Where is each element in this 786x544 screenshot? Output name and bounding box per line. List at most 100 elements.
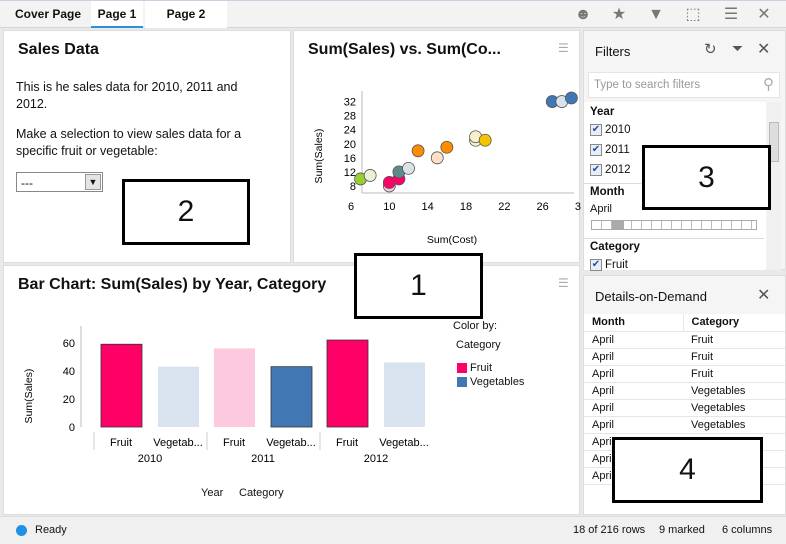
- legend-item-fruit[interactable]: Fruit: [457, 362, 492, 374]
- x-tick-label: 30: [575, 201, 581, 213]
- menu-icon[interactable]: ☰: [720, 5, 742, 25]
- x-category-label: Vegetab...: [379, 437, 429, 449]
- checkbox[interactable]: ✔: [590, 164, 602, 176]
- selection-icon[interactable]: ⬚: [682, 5, 704, 25]
- axis-selector-category[interactable]: Category: [239, 487, 284, 499]
- column-count: 6 columns: [722, 524, 773, 536]
- bar[interactable]: [100, 343, 143, 428]
- month-slider[interactable]: [591, 220, 757, 230]
- product-dropdown[interactable]: --- ▼: [16, 172, 103, 192]
- filter-icon[interactable]: ▼: [645, 5, 667, 25]
- scatter-point[interactable]: [430, 151, 444, 165]
- y-axis-title: Sum(Sales): [23, 369, 35, 424]
- scatter-panel: Sum(Sales) vs. Sum(Co... ☰ 8 12 16 20 24 28 32…: [293, 30, 581, 264]
- reset-icon[interactable]: ↻: [704, 40, 717, 58]
- table-cell: Vegetables: [683, 382, 785, 400]
- y-tick-label: 0: [69, 422, 75, 434]
- bar[interactable]: [326, 339, 369, 428]
- table-row[interactable]: AprilFruit: [584, 348, 785, 366]
- x-category-label: Fruit: [110, 437, 132, 449]
- scatter-point[interactable]: [363, 169, 377, 182]
- table-cell: Fruit: [683, 348, 785, 366]
- filter-year-2012[interactable]: ✔ 2012: [590, 164, 631, 176]
- table-cell: Vegetables: [683, 416, 785, 434]
- scatter-point[interactable]: [411, 144, 425, 158]
- bar[interactable]: [270, 366, 313, 428]
- y-tick-label: 20: [344, 139, 356, 151]
- tab-page-2[interactable]: Page 2: [145, 1, 227, 28]
- y-tick-label: 60: [63, 338, 75, 350]
- legend-swatch: [457, 377, 467, 387]
- y-tick-label: 40: [63, 366, 75, 378]
- scatter-point[interactable]: [440, 140, 454, 154]
- legend-label: Vegetables: [470, 376, 525, 388]
- axis-selector-year[interactable]: Year: [201, 487, 223, 499]
- x-tick-label: 10: [383, 201, 395, 213]
- chevron-down-icon[interactable]: ▼: [85, 174, 101, 190]
- status-indicator-icon: [16, 525, 27, 536]
- y-axis-title: Sum(Sales): [313, 129, 325, 184]
- close-icon[interactable]: ✕: [757, 39, 770, 59]
- pin-icon[interactable]: ⏷: [732, 40, 743, 57]
- bookmark-icon[interactable]: ★: [608, 5, 630, 25]
- table-row[interactable]: April Vegetables: [584, 382, 785, 400]
- table-cell: April: [584, 348, 683, 366]
- tab-page-1[interactable]: Page 1: [91, 1, 143, 28]
- table-row[interactable]: AprilFruit: [584, 331, 785, 349]
- checkbox[interactable]: ✔: [590, 259, 602, 271]
- filter-year-2011[interactable]: ✔ 2011: [590, 144, 630, 156]
- close-icon[interactable]: ✕: [753, 5, 775, 25]
- filter-category-fruit[interactable]: ✔ Fruit: [590, 259, 628, 271]
- details-title: Details-on-Demand: [595, 289, 707, 304]
- search-icon: ⚲: [763, 76, 774, 93]
- legend-swatch: [457, 363, 467, 373]
- x-tick-label: 22: [498, 201, 510, 213]
- color-by-value[interactable]: Category: [456, 339, 501, 351]
- y-tick-label: 24: [344, 125, 356, 137]
- bar[interactable]: [158, 366, 199, 427]
- tab-bar: Cover Page Page 1 Page 2 ☻ ★ ▼ ⬚ ☰ ✕: [0, 0, 786, 28]
- scatter-point[interactable]: [565, 91, 578, 105]
- checkbox-label: 2010: [605, 124, 631, 136]
- filter-category-label: Category: [590, 241, 640, 253]
- tab-cover-page[interactable]: Cover Page: [6, 1, 90, 28]
- checkbox-label: 2011: [605, 144, 630, 156]
- filter-search-input[interactable]: Type to search filters ⚲: [588, 72, 780, 98]
- table-row[interactable]: April Vegetables: [584, 399, 785, 417]
- y-tick-label: 20: [63, 394, 75, 406]
- collaboration-icon[interactable]: ☻: [572, 5, 594, 25]
- instructions: Make a selection to view sales data for …: [16, 127, 242, 158]
- scatter-point[interactable]: [478, 133, 492, 147]
- description: This is he sales data for 2010, 2011 and…: [16, 80, 238, 111]
- bar[interactable]: [214, 348, 255, 427]
- table-cell: April: [584, 382, 683, 400]
- checkbox[interactable]: ✔: [590, 124, 602, 136]
- checkbox[interactable]: ✔: [590, 144, 602, 156]
- bar-chart-panel: Bar Chart: Sum(Sales) by Year, Category …: [3, 265, 580, 515]
- slider-handle[interactable]: [612, 221, 624, 229]
- close-icon[interactable]: ✕: [757, 285, 770, 305]
- x-axis-title: Sum(Cost): [427, 234, 477, 246]
- filter-month-label: Month: [590, 186, 625, 198]
- filter-year-2010[interactable]: ✔ 2010: [590, 124, 631, 136]
- table-row[interactable]: April Vegetables: [584, 416, 785, 434]
- x-tick-label: 26: [537, 201, 549, 213]
- x-category-label: Fruit: [336, 437, 358, 449]
- table-cell: Fruit: [683, 331, 785, 349]
- legend-item-vegetables[interactable]: Vegetables: [457, 376, 524, 388]
- list-menu-icon[interactable]: ☰: [558, 276, 569, 290]
- table-cell: April: [584, 365, 683, 383]
- y-tick-label: 16: [344, 153, 356, 165]
- bar[interactable]: [384, 362, 425, 427]
- table-cell: April: [584, 416, 683, 434]
- scatter-point[interactable]: [402, 161, 415, 175]
- marked-count: 9 marked: [659, 524, 705, 536]
- scatter-plot[interactable]: 81216202428326101418222630Sum(Cost)Sum(S…: [294, 31, 581, 264]
- column-header[interactable]: Category: [683, 314, 785, 332]
- x-group-label: 2010: [138, 453, 162, 465]
- table-row[interactable]: AprilFruit: [584, 365, 785, 383]
- table-cell: April: [584, 399, 683, 417]
- checkbox-label: 2012: [605, 164, 631, 176]
- column-header[interactable]: Month: [584, 314, 684, 332]
- x-group-label: 2011: [251, 453, 275, 465]
